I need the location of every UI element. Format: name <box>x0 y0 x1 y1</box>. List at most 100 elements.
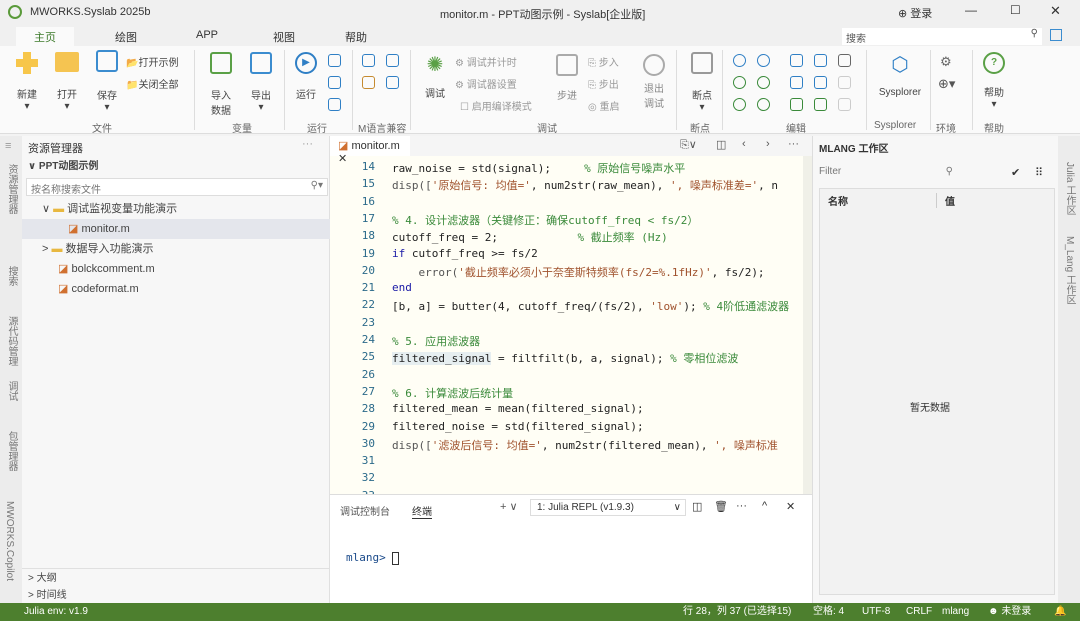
block-uncomment-icon[interactable] <box>757 98 770 111</box>
format-icon[interactable] <box>838 54 851 67</box>
minimize-button[interactable]: — <box>965 3 977 17</box>
export-button[interactable]: 导出▾ <box>246 52 276 113</box>
edit-blank-icon[interactable] <box>838 76 851 89</box>
close-button[interactable]: ✕ <box>1050 3 1061 19</box>
clear-icon[interactable]: ✔ <box>1011 166 1020 179</box>
language-mode[interactable]: mlang <box>942 603 969 621</box>
activity-source-control[interactable]: 源代码管理 <box>4 316 19 366</box>
tab-view[interactable]: 视图 <box>273 29 295 45</box>
m-file-icon[interactable] <box>362 76 375 89</box>
tab-terminal[interactable]: 终端 <box>412 503 432 519</box>
globe-icon[interactable]: ⊕▾ <box>938 76 955 92</box>
collapse-ribbon-icon[interactable] <box>1050 29 1062 41</box>
new-terminal-icon[interactable]: + ∨ <box>500 500 518 513</box>
code-line[interactable]: end <box>392 281 412 294</box>
tab-debug-console[interactable]: 调试控制台 <box>340 503 390 518</box>
more-icon[interactable]: ··· <box>302 138 313 150</box>
terminal-prompt[interactable]: mlang> <box>346 551 399 565</box>
m-doc-icon[interactable] <box>386 76 399 89</box>
code-line[interactable]: disp(['滤波后信号: 均值=', num2str(filtered_mea… <box>392 437 778 453</box>
menu-icon[interactable]: ≡ <box>5 140 11 152</box>
tab-home[interactable]: 主页 <box>16 27 74 47</box>
tree-file-selected[interactable]: ◪ monitor.m <box>22 219 330 239</box>
forward-icon[interactable] <box>757 54 770 67</box>
workspace-filter-input[interactable]: Filter⚲ <box>817 164 957 182</box>
code-line[interactable]: if cutoff_freq >= fs/2 <box>392 247 538 260</box>
explorer-root[interactable]: ∨ PPT动图示例 <box>22 157 330 177</box>
login-button[interactable]: ⊕ 登录 <box>898 5 932 21</box>
tab-plot[interactable]: 绘图 <box>115 29 137 45</box>
next-icon[interactable]: › <box>766 138 770 150</box>
settings-icon[interactable]: ⚙ <box>940 54 952 70</box>
editor-tab-monitor[interactable]: ◪ monitor.m ✕ <box>330 136 410 156</box>
prev-bookmark-icon[interactable] <box>790 76 803 89</box>
clear-bookmark-icon[interactable] <box>814 54 827 67</box>
mlang-workspace-tab[interactable]: M_Lang 工作区 <box>1062 236 1077 305</box>
code-line[interactable]: % 5. 应用滤波器 <box>392 333 480 349</box>
tree-file[interactable]: ◪ codeformat.m <box>22 279 330 299</box>
block-comment-icon[interactable] <box>733 98 746 111</box>
tab-help[interactable]: 帮助 <box>345 29 367 45</box>
edit-blank-icon-2[interactable] <box>838 98 851 111</box>
bell-icon[interactable]: 🔔 <box>1054 603 1066 621</box>
import-data-button[interactable]: 导入 数据 <box>206 52 236 117</box>
julia-env[interactable]: Julia env: v1.9 <box>24 603 88 621</box>
prev-icon[interactable]: ‹ <box>742 138 746 150</box>
debug-timer-button[interactable]: ⚙ 调试并计时 <box>455 54 517 69</box>
more-icon[interactable]: ··· <box>788 138 799 150</box>
back-icon[interactable] <box>733 54 746 67</box>
activity-package-manager[interactable]: 包管理器 <box>4 431 19 471</box>
code-editor[interactable]: ◪ monitor.m ✕ ⎘∨ ◫ ‹ › ··· 14raw_noise =… <box>330 136 812 494</box>
maximize-panel-icon[interactable]: ^ <box>762 500 767 512</box>
sysplorer-button[interactable]: ⬡Sysplorer <box>872 52 928 98</box>
tree-folder[interactable]: ∨ ▬ 调试监视变量功能演示 <box>22 199 330 219</box>
code-line[interactable]: % 6. 计算滤波后统计量 <box>392 385 513 401</box>
next-bookmark-icon[interactable] <box>814 76 827 89</box>
code-line[interactable]: raw_noise = std(signal); % 原始信号噪声水平 <box>392 160 685 176</box>
cursor-position[interactable]: 行 28，列 37 (已选择15) <box>683 603 791 621</box>
code-line[interactable]: [b, a] = butter(4, cutoff_freq/(fs/2), '… <box>392 298 789 314</box>
split-editor-icon[interactable]: ◫ <box>716 138 726 151</box>
m-script-icon[interactable] <box>386 54 399 67</box>
editor-scrollbar[interactable] <box>803 156 812 494</box>
step-in-button[interactable]: ⎘ 步入 <box>588 54 619 69</box>
split-terminal-icon[interactable]: ◫ <box>692 500 702 513</box>
run-section-icon[interactable] <box>328 54 341 67</box>
tree-folder[interactable]: > ▬ 数据导入功能演示 <box>22 239 330 259</box>
tab-app[interactable]: APP <box>196 29 218 41</box>
activity-debug[interactable]: 调试 <box>4 381 19 401</box>
indent-icon[interactable] <box>790 98 803 111</box>
outdent-icon[interactable] <box>814 98 827 111</box>
run-button[interactable]: ▶运行 <box>292 52 320 101</box>
tree-file[interactable]: ◪ bolckcomment.m <box>22 259 330 279</box>
account-status[interactable]: ☻ 未登录 <box>988 603 1031 621</box>
encoding[interactable]: UTF-8 <box>862 603 890 621</box>
restart-button[interactable]: ◎ 重启 <box>588 98 620 113</box>
code-line[interactable]: error('截止频率必须小于奈奎斯特频率(fs/2=%.1fHz)', fs/… <box>392 264 765 280</box>
compile-mode-checkbox[interactable]: ☐ 启用编译模式 <box>460 98 532 113</box>
comment-icon[interactable] <box>733 76 746 89</box>
open-button[interactable]: 打开▾ <box>52 52 82 112</box>
bookmark-icon[interactable] <box>790 54 803 67</box>
close-panel-icon[interactable]: ✕ <box>786 500 795 513</box>
help-button[interactable]: ?帮助▾ <box>980 52 1008 110</box>
activity-search[interactable]: 搜索 <box>4 266 19 286</box>
step-button[interactable]: 步进 <box>553 54 581 102</box>
code-line[interactable]: filtered_noise = std(filtered_signal); <box>392 420 644 433</box>
grid-icon[interactable]: ⠿ <box>1035 166 1043 179</box>
indentation[interactable]: 空格: 4 <box>813 603 844 621</box>
preview-icon[interactable]: ⎘∨ <box>680 138 697 152</box>
m-convert-icon[interactable] <box>362 54 375 67</box>
stop-run-icon[interactable] <box>328 98 341 111</box>
breakpoint-button[interactable]: 断点▾ <box>688 52 716 113</box>
activity-copilot[interactable]: MWORKS.Copilot <box>4 501 15 581</box>
activity-explorer[interactable]: 资源管理器 <box>4 164 19 214</box>
code-line[interactable]: filtered_mean = mean(filtered_signal); <box>392 402 644 415</box>
terminal-select[interactable]: 1: Julia REPL (v1.9.3)∨ <box>530 499 686 516</box>
outline-section[interactable]: > 大纲 <box>22 568 330 588</box>
debug-button[interactable]: ✺调试 <box>420 52 450 100</box>
new-button[interactable]: 新建▾ <box>12 52 42 112</box>
code-line[interactable]: % 4. 设计滤波器（关键修正：确保cutoff_freq < fs/2） <box>392 212 698 228</box>
code-line[interactable]: cutoff_freq = 2; % 截止频率 (Hz) <box>392 229 668 245</box>
run-to-cursor-icon[interactable] <box>328 76 341 89</box>
